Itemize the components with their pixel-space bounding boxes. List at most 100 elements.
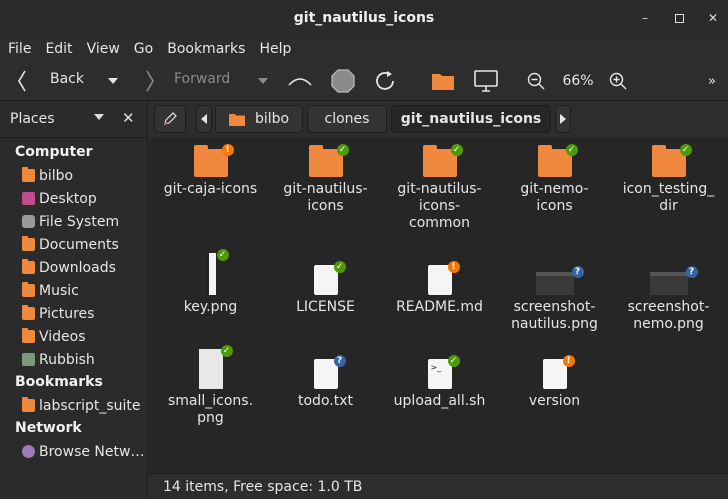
file-item-small-icons-png[interactable]: ✓ small_icons. png — [153, 345, 268, 427]
close-sidebar-icon[interactable]: ✕ — [122, 109, 135, 127]
file-label: screenshot-nautilus.png — [511, 299, 598, 332]
file-item-readme-md[interactable]: ! README.md — [382, 261, 497, 316]
forward-label: Forward — [174, 71, 231, 87]
crumb-label: bilbo — [254, 111, 290, 127]
file-label: git-nemo-icons — [520, 181, 589, 214]
file-item-version[interactable]: ! version — [497, 355, 612, 410]
file-item-key-png[interactable]: ✓ key.png — [153, 249, 268, 316]
menu-go[interactable]: Go — [134, 41, 161, 57]
file-item-git-nautilus-icons[interactable]: ✓ git-nautilus-icons — [268, 144, 383, 215]
window-title: git_nautilus_icons — [293, 10, 435, 26]
back-button[interactable]: Back — [8, 68, 128, 94]
file-item-screenshot-nautilus-png[interactable]: ? screenshot-nautilus.png — [497, 266, 612, 333]
menu-help[interactable]: Help — [259, 41, 299, 57]
git-clean-emblem-icon: ✓ — [216, 249, 229, 261]
file-item-license[interactable]: ✓ LICENSE — [268, 261, 383, 316]
close-window-icon[interactable]: ✕ — [706, 11, 720, 25]
folder-icon: ✓ — [308, 144, 349, 177]
sidebar-item-bilbo[interactable]: bilbo — [0, 164, 148, 187]
file-item-screenshot-nemo-png[interactable]: ? screenshot-nemo.png — [611, 266, 726, 333]
back-arrow-icon — [18, 70, 26, 92]
zoom-out-button[interactable] — [526, 71, 546, 91]
sidebar-item-pictures[interactable]: Pictures — [0, 302, 148, 325]
file-item-git-nautilus-icons-common[interactable]: ✓ git-nautilus-icons-common — [382, 144, 497, 232]
stop-button[interactable] — [330, 68, 356, 94]
menu-view[interactable]: View — [87, 41, 128, 57]
trash-icon — [22, 353, 35, 366]
sidebar-item-label: Pictures — [39, 305, 95, 322]
computer-button[interactable] — [472, 69, 500, 93]
computer-icon — [474, 70, 498, 92]
sidebar-item-label: Desktop — [39, 190, 97, 207]
sidebar-item-label: bilbo — [39, 167, 74, 184]
crumb-label: git_nautilus_icons — [400, 111, 542, 127]
sidebar-item-desktop[interactable]: Desktop — [0, 187, 148, 210]
home-button[interactable] — [430, 69, 456, 93]
git-untracked-emblem-icon: ? — [333, 355, 346, 367]
script-file-icon: >_ ✓ — [427, 355, 460, 389]
forward-button[interactable]: Forward — [136, 68, 270, 94]
file-label: upload_all.sh — [393, 393, 486, 409]
title-bar: git_nautilus_icons – ✕ — [0, 0, 728, 36]
file-label: git-caja-icons — [163, 181, 258, 197]
up-button[interactable] — [286, 70, 314, 92]
zoom-out-icon — [527, 72, 545, 90]
minimize-icon[interactable]: – — [638, 11, 652, 25]
crumb-git-nautilus-icons[interactable]: git_nautilus_icons — [391, 105, 551, 133]
file-item-icon-testing-dir[interactable]: ✓ icon_testing_ dir — [611, 144, 726, 215]
network-icon — [22, 445, 35, 458]
git-clean-emblem-icon: ✓ — [336, 144, 349, 156]
desktop-icon — [22, 192, 35, 205]
file-item-git-caja-icons[interactable]: ! git-caja-icons — [153, 144, 268, 198]
reload-button[interactable] — [372, 68, 398, 94]
more-toolbar-button[interactable]: » — [700, 72, 724, 90]
text-file-icon: ! — [427, 261, 460, 295]
sidebar-item-labscript-suite[interactable]: labscript_suite — [0, 394, 148, 417]
git-warning-emblem-icon: ! — [562, 355, 575, 367]
file-label: version — [528, 393, 581, 409]
crumb-bilbo[interactable]: bilbo — [215, 105, 303, 133]
sidebar-item-downloads[interactable]: Downloads — [0, 256, 148, 279]
places-dropdown-icon[interactable] — [94, 114, 104, 120]
sidebar-item-browse-network[interactable]: Browse Netw… — [0, 440, 148, 463]
folder-icon: ! — [193, 144, 234, 177]
chevron-left-icon — [201, 114, 207, 124]
sidebar-item-music[interactable]: Music — [0, 279, 148, 302]
pencil-icon — [164, 112, 177, 125]
sidebar-item-file-system[interactable]: File System — [0, 210, 148, 233]
drive-icon — [22, 215, 35, 228]
crumb-label: clones — [324, 111, 370, 127]
menu-bookmarks[interactable]: Bookmarks — [167, 41, 253, 57]
file-item-git-nemo-icons[interactable]: ✓ git-nemo-icons — [497, 144, 612, 215]
sidebar-item-documents[interactable]: Documents — [0, 233, 148, 256]
toolbar: Back Forward 66% » — [0, 62, 728, 100]
maximize-icon[interactable] — [672, 11, 686, 25]
home-folder-icon — [228, 114, 245, 126]
path-scroll-left-button[interactable] — [196, 105, 212, 133]
git-warning-emblem-icon: ! — [447, 261, 460, 273]
path-scroll-right-button[interactable] — [555, 105, 571, 133]
chevron-right-icon — [560, 114, 566, 124]
home-folder-icon — [432, 74, 454, 90]
toggle-location-button[interactable] — [154, 105, 186, 133]
file-item-upload-all-sh[interactable]: >_ ✓ upload_all.sh — [382, 355, 497, 410]
zoom-in-icon — [609, 72, 627, 90]
git-untracked-emblem-icon: ? — [685, 266, 698, 278]
menu-edit[interactable]: Edit — [45, 41, 80, 57]
double-chevron-icon: » — [708, 73, 716, 89]
places-header[interactable]: Places ✕ — [0, 101, 148, 136]
zoom-level[interactable]: 66% — [556, 72, 600, 90]
sidebar-item-label: Videos — [39, 328, 86, 345]
file-item-todo-txt[interactable]: ? todo.txt — [268, 355, 383, 410]
file-label: small_icons. png — [167, 393, 254, 426]
path-bar: bilbo clones git_nautilus_icons — [149, 101, 728, 137]
file-label: icon_testing_ dir — [622, 181, 715, 214]
sidebar-item-videos[interactable]: Videos — [0, 325, 148, 348]
image-thumbnail-icon: ? — [649, 266, 698, 295]
sidebar-item-rubbish[interactable]: Rubbish — [0, 348, 148, 371]
menu-file[interactable]: File — [8, 41, 39, 57]
zoom-in-button[interactable] — [608, 71, 628, 91]
file-label: key.png — [183, 299, 238, 315]
crumb-clones[interactable]: clones — [307, 105, 387, 133]
folder-icon: ✓ — [651, 144, 692, 177]
